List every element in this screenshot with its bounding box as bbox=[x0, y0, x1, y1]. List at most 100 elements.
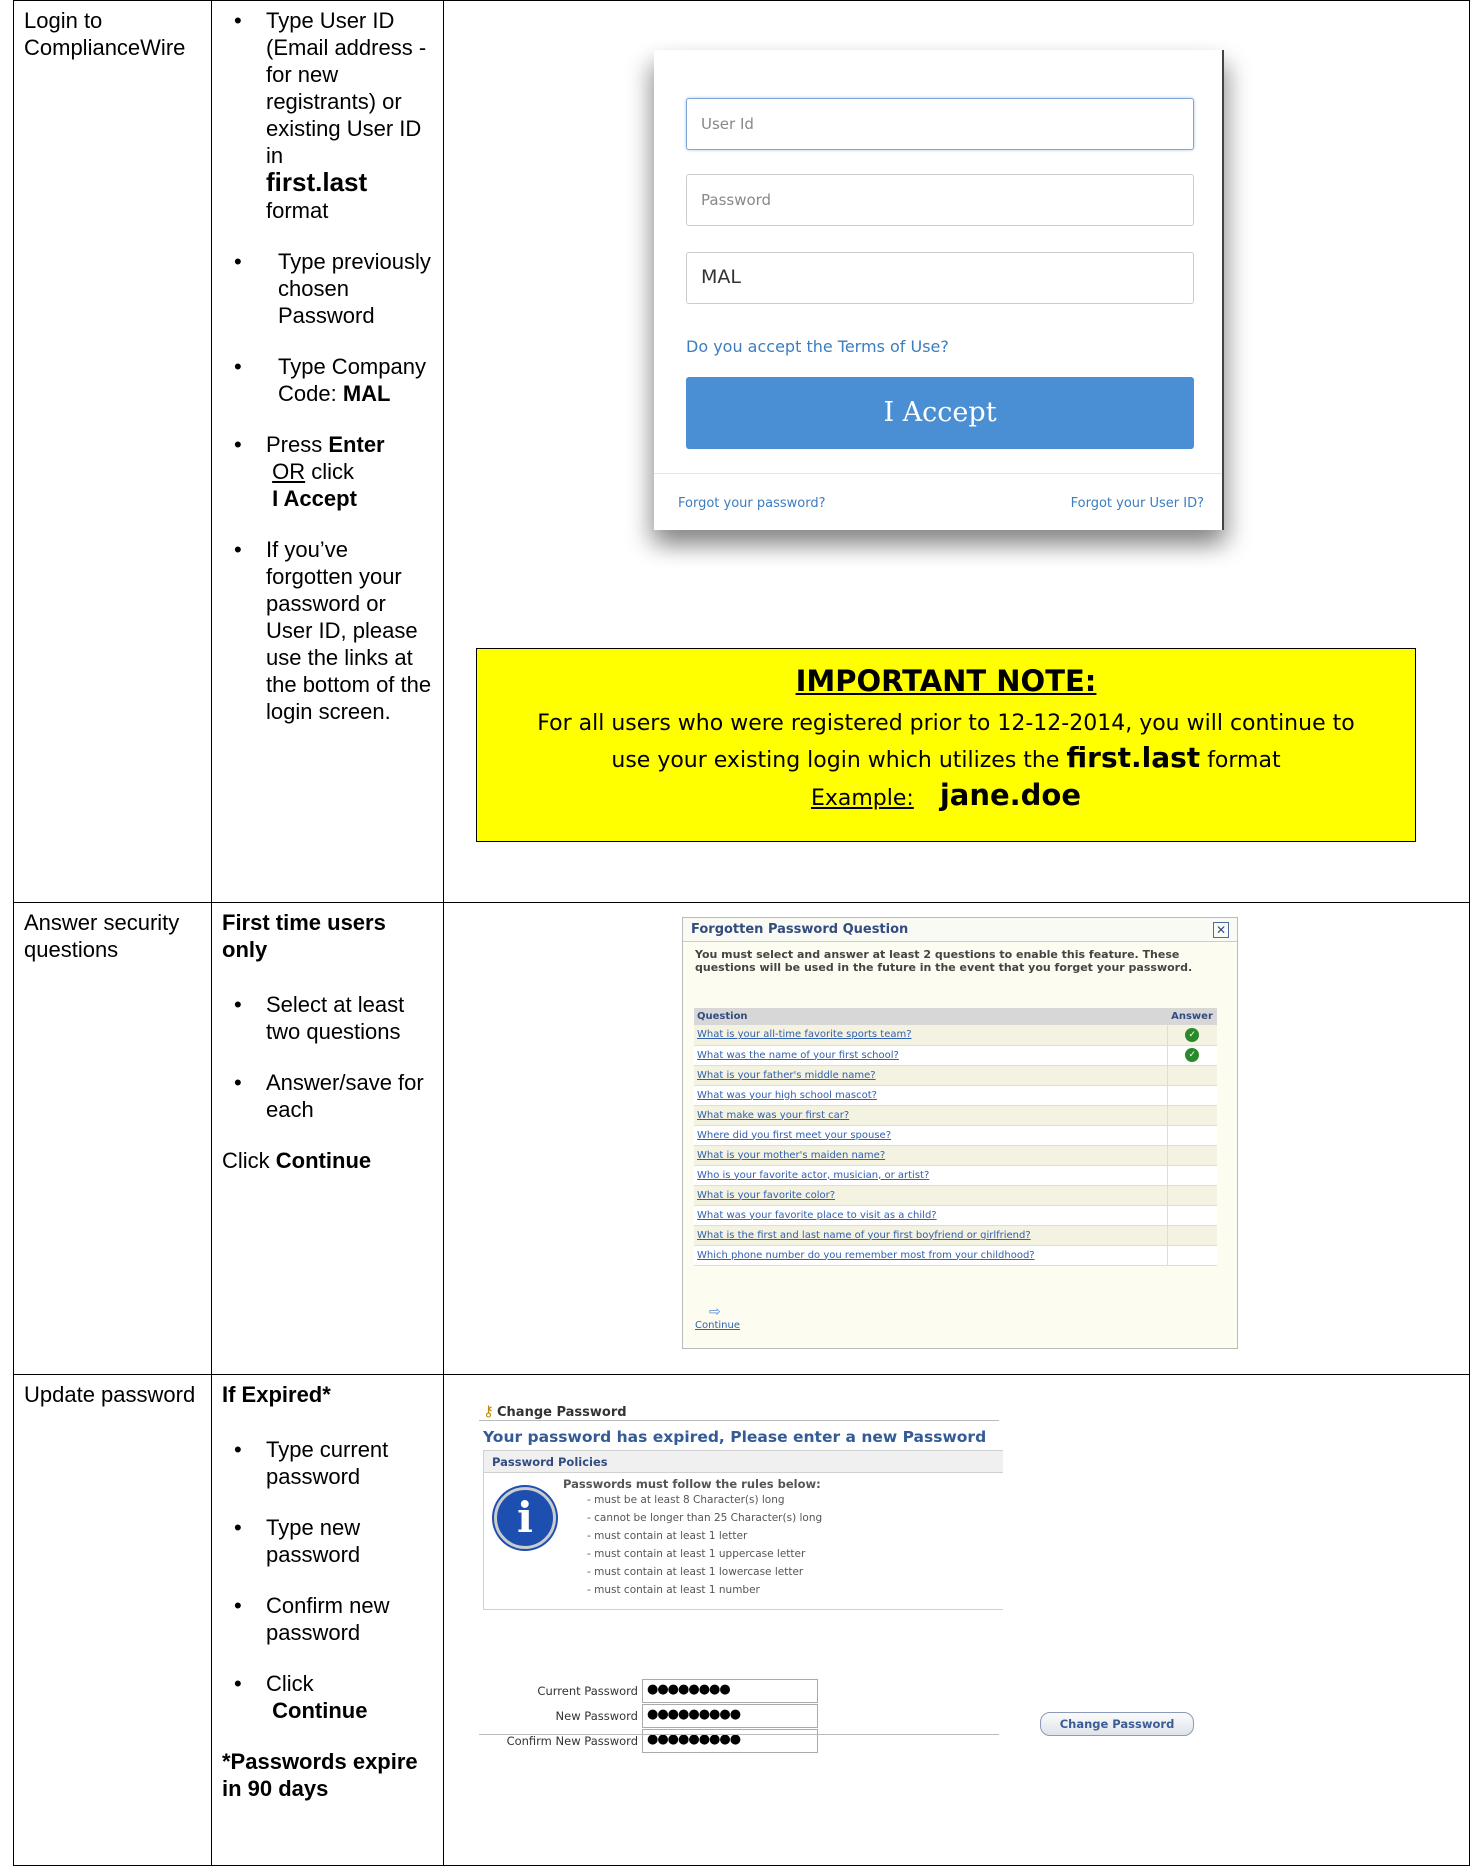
note-line2-post: format bbox=[1207, 748, 1281, 773]
cp-title: ⚷ Change Password bbox=[483, 1402, 983, 1420]
question-link[interactable]: Where did you first meet your spouse? bbox=[694, 1125, 1167, 1146]
continue-link[interactable]: ⇨ Continue bbox=[695, 1304, 740, 1331]
instr-company: • Type Company Code: MAL bbox=[234, 354, 426, 406]
question-row[interactable]: What was the name of your first school? ✓ bbox=[694, 1045, 1217, 1066]
change-password-panel: ⚷ Change Password Your password has expir… bbox=[467, 1398, 1467, 1753]
instr-continue: Continue bbox=[275, 1148, 372, 1173]
question-link[interactable]: What was your high school mascot? bbox=[694, 1085, 1167, 1106]
info-icon: i bbox=[494, 1487, 556, 1549]
question-link[interactable]: What is your all-time favorite sports te… bbox=[694, 1025, 1167, 1046]
new-password-row: New Password ●●●●●●●●● bbox=[480, 1704, 818, 1728]
rule-item: - must contain at least 1 number bbox=[587, 1584, 760, 1596]
answer-cell bbox=[1166, 1105, 1217, 1126]
instr-press: • Press Enter OR click I Accept bbox=[234, 432, 385, 511]
answer-cell bbox=[1166, 1125, 1217, 1146]
note-line1: For all users who were registered prior … bbox=[537, 711, 1355, 736]
question-row[interactable]: What was your high school mascot? bbox=[694, 1085, 1217, 1106]
question-row[interactable]: What was your favorite place to visit as… bbox=[694, 1205, 1217, 1226]
question-link[interactable]: What is your father's middle name? bbox=[694, 1065, 1167, 1086]
row3-step-label: Update password bbox=[24, 1382, 196, 1407]
row2-step-cell: Answer security questions bbox=[13, 902, 212, 1375]
current-password-row: Current Password ●●●●●●●● bbox=[480, 1679, 818, 1703]
answer-cell bbox=[1166, 1085, 1217, 1106]
i-accept-button[interactable]: I Accept bbox=[686, 377, 1194, 449]
instr-first-time: First time users only bbox=[222, 910, 386, 962]
forgot-userid-link[interactable]: Forgot your User ID? bbox=[1071, 496, 1204, 511]
question-link[interactable]: Who is your favorite actor, musician, or… bbox=[694, 1165, 1167, 1186]
col-answer: Answer bbox=[1167, 1008, 1217, 1025]
policies-title: Password Policies bbox=[484, 1451, 1003, 1473]
instr-confirm-text: Confirm new password bbox=[266, 1593, 390, 1645]
company-code-input[interactable]: MAL bbox=[686, 252, 1194, 304]
rule-item: - must contain at least 1 letter bbox=[587, 1530, 748, 1542]
question-row[interactable]: What is your favorite color? bbox=[694, 1185, 1217, 1206]
password-policies-box: Password Policies i Passwords must follo… bbox=[483, 1450, 1003, 1610]
note-line2-pre: use your existing login which utilizes t… bbox=[611, 748, 1060, 773]
login-card: User Id Password MAL Do you accept the T… bbox=[654, 50, 1224, 530]
fpq-header: Forgotten Password Question ✕ bbox=[683, 918, 1237, 942]
question-row[interactable]: Where did you first meet your spouse? bbox=[694, 1125, 1217, 1146]
current-password-input[interactable]: ●●●●●●●● bbox=[642, 1679, 818, 1703]
note-format: first.last bbox=[1066, 741, 1201, 774]
check-icon: ✓ bbox=[1185, 1048, 1200, 1062]
question-link[interactable]: What is the first and last name of your … bbox=[694, 1225, 1167, 1246]
close-icon[interactable]: ✕ bbox=[1213, 922, 1229, 938]
answer-cell bbox=[1166, 1145, 1217, 1166]
question-row[interactable]: What is the first and last name of your … bbox=[694, 1225, 1217, 1246]
instr-select-text: Select at least two questions bbox=[266, 992, 405, 1044]
question-row[interactable]: What is your all-time favorite sports te… bbox=[694, 1025, 1217, 1046]
instr-answer: • Answer/save for each bbox=[222, 1069, 433, 1123]
note-example-value: jane.doe bbox=[939, 778, 1082, 812]
instr-continue2: Continue bbox=[272, 1698, 368, 1723]
password-input[interactable]: Password bbox=[686, 174, 1194, 226]
forgot-password-link[interactable]: Forgot your password? bbox=[678, 496, 826, 511]
row1-step-cell: Login to ComplianceWire bbox=[13, 0, 212, 903]
instr-click-continue: Click Continue bbox=[222, 1147, 433, 1174]
userid-input[interactable]: User Id bbox=[686, 98, 1194, 150]
question-link[interactable]: Which phone number do you remember most … bbox=[694, 1245, 1167, 1266]
confirm-password-row: Confirm New Password ●●●●●●●●● bbox=[480, 1729, 818, 1753]
answer-cell: ✓ bbox=[1166, 1045, 1217, 1066]
answer-cell bbox=[1166, 1165, 1217, 1186]
instr-userid-post: format bbox=[266, 198, 329, 223]
instr-accept: I Accept bbox=[272, 486, 357, 511]
question-row[interactable]: What make was your first car? bbox=[694, 1105, 1217, 1126]
question-link[interactable]: What was your favorite place to visit as… bbox=[694, 1205, 1167, 1226]
policy-rules: Passwords must follow the rules below: -… bbox=[563, 1477, 822, 1599]
question-link[interactable]: What is your mother's maiden name? bbox=[694, 1145, 1167, 1166]
answer-cell bbox=[1166, 1245, 1217, 1266]
question-row[interactable]: What is your mother's maiden name? bbox=[694, 1145, 1217, 1166]
note-example: Example: jane.doe bbox=[477, 778, 1415, 816]
key-icon: ⚷ bbox=[483, 1402, 494, 1420]
rules-header: Passwords must follow the rules below: bbox=[563, 1477, 821, 1491]
question-row[interactable]: Who is your favorite actor, musician, or… bbox=[694, 1165, 1217, 1186]
confirm-password-input[interactable]: ●●●●●●●●● bbox=[642, 1729, 818, 1753]
answer-cell bbox=[1166, 1205, 1217, 1226]
cp-expired-message: Your password has expired, Please enter … bbox=[483, 1428, 987, 1446]
instr-new: • Type new password bbox=[222, 1514, 433, 1568]
continue-label: Continue bbox=[695, 1320, 740, 1331]
question-link[interactable]: What was the name of your first school? bbox=[694, 1045, 1167, 1066]
question-row[interactable]: What is your father's middle name? bbox=[694, 1065, 1217, 1086]
note-line2: use your existing login which utilizes t… bbox=[477, 741, 1415, 778]
instr-userid-format: first.last bbox=[266, 167, 368, 197]
terms-of-use-link[interactable]: Do you accept the Terms of Use? bbox=[686, 337, 949, 356]
question-link[interactable]: What is your favorite color? bbox=[694, 1185, 1167, 1206]
check-icon: ✓ bbox=[1185, 1027, 1200, 1042]
question-row[interactable]: Which phone number do you remember most … bbox=[694, 1245, 1217, 1266]
instr-press-text: Press bbox=[266, 432, 323, 457]
instr-footnote: *Passwords expire in 90 days bbox=[222, 1749, 418, 1801]
answer-cell: ✓ bbox=[1166, 1025, 1217, 1046]
answer-cell bbox=[1166, 1225, 1217, 1246]
row3-step-cell: Update password bbox=[13, 1374, 212, 1866]
question-link[interactable]: What make was your first car? bbox=[694, 1105, 1167, 1126]
fpq-title: Forgotten Password Question bbox=[691, 922, 909, 937]
change-password-button[interactable]: Change Password bbox=[1040, 1712, 1194, 1736]
instr-click2-text: Click bbox=[266, 1671, 314, 1696]
row1-step-label: Login to ComplianceWire bbox=[24, 8, 186, 60]
rule-item: - must contain at least 1 lowercase lett… bbox=[587, 1566, 804, 1578]
instr-click-text: Click bbox=[222, 1148, 270, 1173]
instr-enter-key: Enter bbox=[328, 432, 385, 457]
col-question: Question bbox=[694, 1008, 1167, 1025]
new-password-input[interactable]: ●●●●●●●●● bbox=[642, 1704, 818, 1728]
